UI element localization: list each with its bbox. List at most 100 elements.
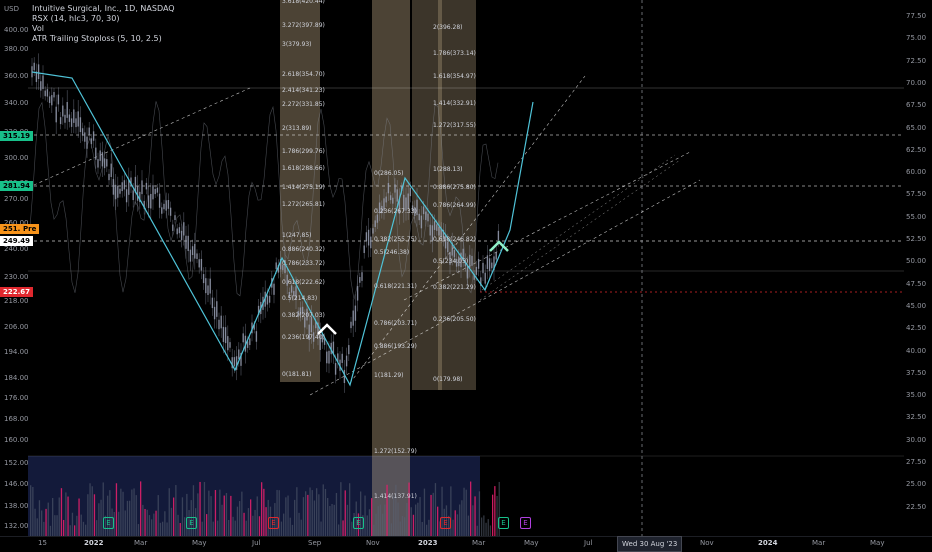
earnings-event-badge[interactable]: E bbox=[353, 517, 364, 529]
left-axis-tick: 230.00 bbox=[4, 273, 29, 281]
volume-bar bbox=[212, 521, 214, 536]
volume-bar bbox=[434, 483, 437, 536]
volume-bar bbox=[384, 504, 386, 536]
candle-body bbox=[356, 286, 359, 301]
candle-body bbox=[359, 277, 361, 283]
fib-label: 2.414(341.23) bbox=[282, 87, 325, 94]
candle-body bbox=[103, 158, 106, 169]
volume-bar bbox=[93, 494, 96, 536]
earnings-event-badge[interactable]: E bbox=[103, 517, 114, 529]
volume-bar bbox=[415, 504, 417, 536]
volume-bar bbox=[373, 524, 375, 536]
candle-body bbox=[125, 189, 128, 203]
legend-atr[interactable]: ATR Trailing Stoploss (5, 10, 2.5) bbox=[32, 34, 162, 44]
candle-body bbox=[326, 351, 328, 364]
volume-bar bbox=[492, 494, 494, 536]
candle-body bbox=[150, 193, 152, 209]
volume-bar bbox=[472, 505, 474, 536]
fib-label: 1(288.13) bbox=[433, 166, 463, 173]
earnings-event-badge[interactable]: E bbox=[498, 517, 509, 529]
candle-body bbox=[40, 81, 42, 91]
volume-bar bbox=[333, 504, 335, 536]
earnings-event-badge[interactable]: E bbox=[440, 517, 451, 529]
candle-body bbox=[152, 185, 154, 200]
chart-canvas[interactable]: 3.618(420.44) 3.272(397.89) 3(379.93) 2.618… bbox=[0, 0, 932, 552]
candle-body bbox=[88, 127, 90, 135]
fib-label: 0.382(255.75) bbox=[374, 236, 417, 243]
fib-label: 3(379.93) bbox=[282, 41, 312, 48]
candle-body bbox=[110, 163, 112, 177]
right-axis-tick: 27.50 bbox=[906, 458, 927, 466]
earnings-event-badge[interactable]: E bbox=[520, 517, 531, 529]
time-axis-label: 2023 bbox=[418, 539, 438, 547]
fib-label: 0.886(275.80) bbox=[433, 184, 476, 191]
time-axis[interactable]: 15 2022 Mar May Jul Sep Nov 2023 Mar May Jul Nov 202… bbox=[0, 536, 932, 551]
candle-body bbox=[367, 229, 370, 246]
candle-body bbox=[42, 75, 44, 89]
candle-body bbox=[350, 321, 352, 329]
candle-body bbox=[222, 326, 225, 342]
volume-bar bbox=[243, 512, 245, 536]
volume-bar bbox=[481, 517, 483, 536]
candle-body bbox=[418, 213, 420, 221]
left-axis-tick: 360.00 bbox=[4, 72, 29, 80]
volume-bar bbox=[58, 497, 60, 536]
candle-body bbox=[341, 353, 343, 363]
volume-bar bbox=[82, 521, 85, 536]
candle-body bbox=[345, 355, 348, 367]
volume-bar bbox=[331, 504, 333, 536]
earnings-event-badge[interactable]: E bbox=[268, 517, 279, 529]
candle-body bbox=[266, 295, 269, 305]
volume-bar bbox=[423, 488, 426, 536]
fib-label: 2.618(354.70) bbox=[282, 71, 325, 78]
volume-bar bbox=[456, 514, 459, 536]
candle-body bbox=[328, 350, 330, 364]
volume-bar bbox=[96, 520, 98, 536]
price-plot[interactable]: 3.618(420.44) 3.272(397.89) 3(379.93) 2.618… bbox=[0, 0, 932, 536]
volume-bar bbox=[478, 491, 481, 536]
legend-symbol[interactable]: Intuitive Surgical, Inc., 1D, NASDAQ bbox=[32, 4, 175, 14]
fib-label: 0.236(267.33) bbox=[374, 208, 417, 215]
candle-body bbox=[334, 363, 337, 375]
legend-volume[interactable]: Vol bbox=[32, 24, 44, 34]
candle-body bbox=[233, 357, 236, 367]
volume-bar bbox=[135, 495, 137, 536]
left-price-axis[interactable]: 400.00380.00360.00340.00320.00300.00290.… bbox=[0, 0, 40, 536]
volume-bar bbox=[489, 525, 492, 536]
right-axis-tick: 45.00 bbox=[906, 301, 927, 310]
candle-body bbox=[216, 301, 218, 317]
earnings-event-badge[interactable]: E bbox=[186, 517, 197, 529]
candle-body bbox=[471, 255, 473, 266]
price-tag: 315.19 bbox=[0, 131, 34, 141]
right-axis-tick: 65.00 bbox=[906, 123, 927, 132]
legend-rsx[interactable]: RSX (14, hlc3, 70, 30) bbox=[32, 14, 119, 24]
candle-body bbox=[68, 114, 71, 122]
volume-bar bbox=[254, 509, 256, 536]
volume-bar bbox=[142, 504, 144, 536]
candle-body bbox=[229, 342, 231, 348]
volume-bar bbox=[322, 484, 324, 536]
candle-body bbox=[361, 272, 363, 281]
volume-bar bbox=[100, 499, 102, 536]
left-axis-tick: 184.00 bbox=[4, 374, 29, 382]
candle-body bbox=[154, 188, 156, 195]
volume-bar bbox=[261, 482, 263, 536]
candle-body bbox=[202, 274, 205, 284]
candle-body bbox=[348, 345, 350, 355]
candle-body bbox=[46, 89, 49, 97]
volume-bar bbox=[236, 506, 239, 536]
candle-body bbox=[497, 230, 500, 240]
left-axis-tick: 218.00 bbox=[4, 297, 29, 305]
candle-body bbox=[79, 117, 82, 133]
volume-bar bbox=[346, 504, 349, 536]
volume-bar bbox=[430, 494, 432, 536]
candle-body bbox=[209, 278, 211, 294]
volume-bar bbox=[36, 518, 38, 536]
left-axis-tick: 206.00 bbox=[4, 323, 29, 331]
right-price-axis[interactable]: 77.50 75.00 72.50 70.00 67.50 65.00 62.50 60.00… bbox=[904, 0, 932, 536]
price-tag: 281.94 bbox=[0, 181, 34, 191]
right-axis-tick: 62.50 bbox=[906, 145, 927, 154]
candle-body bbox=[420, 215, 423, 229]
right-axis-tick: 60.00 bbox=[906, 168, 927, 177]
candle-body bbox=[392, 197, 394, 204]
